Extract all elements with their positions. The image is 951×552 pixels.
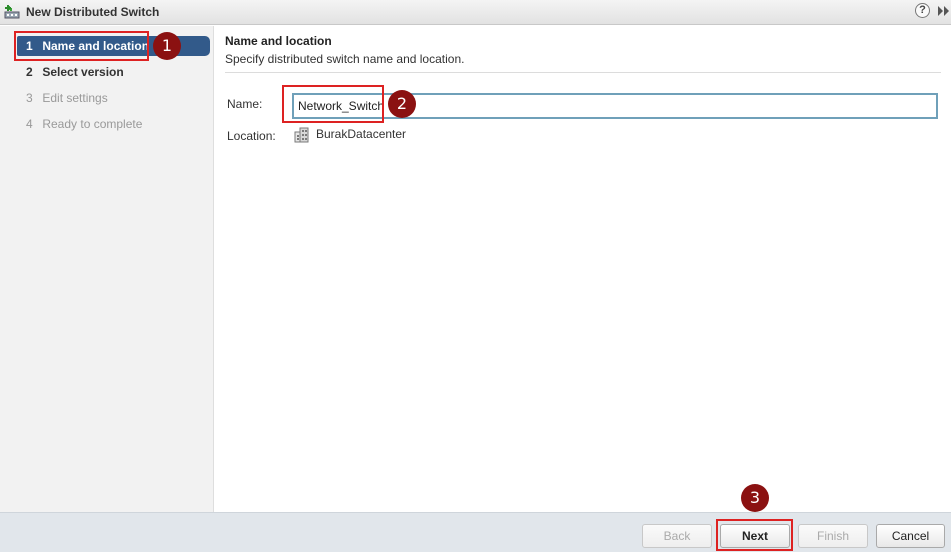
wizard-footer: Back Next Finish Cancel: [0, 512, 951, 552]
cancel-button[interactable]: Cancel: [876, 524, 945, 548]
finish-button[interactable]: Finish: [798, 524, 868, 548]
page-title: Name and location: [225, 34, 332, 48]
step-number: 1: [26, 39, 33, 53]
step-number: 4: [26, 117, 33, 131]
callout-badge-2: 2: [388, 90, 416, 118]
step-label: Ready to complete: [42, 117, 143, 131]
location-label: Location:: [227, 129, 276, 143]
back-button[interactable]: Back: [642, 524, 712, 548]
step-number: 3: [26, 91, 33, 105]
distributed-switch-icon: [4, 5, 20, 19]
step-label: Name and location: [42, 39, 150, 53]
window-titlebar: New Distributed Switch ?: [0, 0, 951, 25]
page-subtitle: Specify distributed switch name and loca…: [225, 52, 465, 66]
step-name-and-location[interactable]: 1 Name and location: [17, 36, 210, 56]
step-edit-settings: 3 Edit settings: [17, 88, 210, 108]
step-label: Edit settings: [42, 91, 108, 105]
help-icon[interactable]: ?: [915, 3, 930, 18]
window-title: New Distributed Switch: [26, 5, 160, 19]
step-number: 2: [26, 65, 33, 79]
name-label: Name:: [227, 97, 263, 111]
callout-badge-1: 1: [153, 32, 181, 60]
wizard-steps-sidebar: 1 Name and location 2 Select version 3 E…: [0, 26, 214, 512]
divider: [225, 72, 941, 73]
step-select-version[interactable]: 2 Select version: [17, 62, 210, 82]
wizard-content: Name and location Specify distributed sw…: [215, 26, 951, 512]
location-value[interactable]: BurakDatacenter: [316, 127, 406, 141]
next-button[interactable]: Next: [720, 524, 790, 548]
double-chevron-right-icon[interactable]: [936, 4, 951, 18]
step-ready-to-complete: 4 Ready to complete: [17, 114, 210, 134]
step-label: Select version: [42, 65, 124, 79]
datacenter-icon: [294, 127, 309, 143]
callout-badge-3: 3: [741, 484, 769, 512]
